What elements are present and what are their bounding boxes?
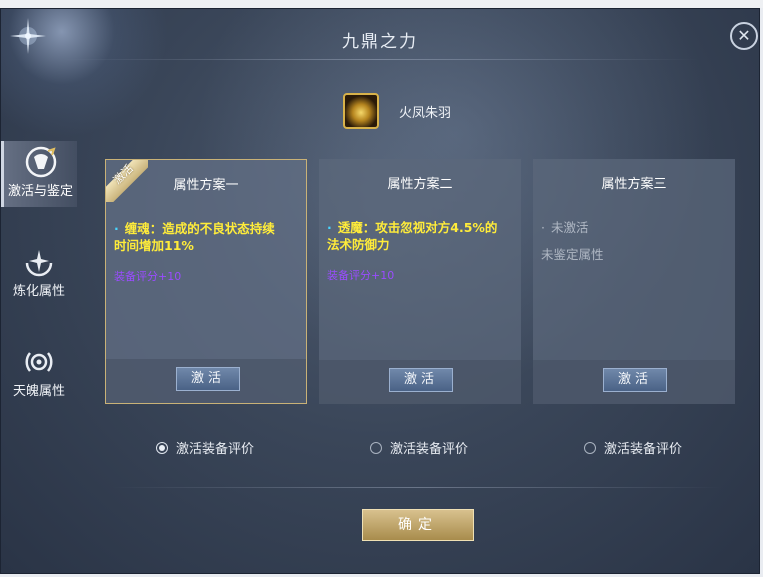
radio-button[interactable] — [156, 441, 168, 454]
sidebar-item-label: 天魄属性 — [12, 384, 65, 399]
sidebar-item-label: 炼化属性 — [12, 284, 65, 299]
attribute-text: 缠魂：造成的不良状态持续 — [124, 221, 275, 236]
attribute-text: 透魔：攻击忽视对方4.5%的 — [337, 220, 498, 235]
close-icon: ✕ — [737, 26, 751, 45]
rating-text: 装备评分+10 — [327, 269, 395, 282]
skull-portrait-icon[interactable] — [343, 93, 379, 129]
sparkle-crescent-icon — [25, 250, 53, 277]
status-text: 未激活 — [550, 220, 589, 235]
radio-option-3[interactable]: 激活装备评价 — [584, 437, 682, 457]
attribute-plan-card-1[interactable]: 激活 属性方案一 · 缠魂：造成的不良状态持续 时间增加11% 装备评分+10 激… — [105, 159, 307, 404]
radio-label: 激活装备评价 — [604, 442, 683, 457]
card-body: · 透魔：攻击忽视对方4.5%的 法术防御力 装备评分+10 — [327, 219, 513, 284]
sidebar-item-activate-identify[interactable]: 激活与鉴定 — [1, 141, 77, 207]
attribute-plan-card-3[interactable]: 属性方案三 · 未激活 未鉴定属性 激活 — [533, 159, 735, 404]
card-body: · 缠魂：造成的不良状态持续 时间增加11% 装备评分+10 — [114, 220, 298, 285]
scroll-emblem-icon — [25, 146, 56, 178]
confirm-button[interactable]: 确定 — [362, 509, 474, 541]
browser-top-strip — [0, 0, 763, 8]
eye-emblem-icon — [25, 352, 53, 372]
radio-option-2[interactable]: 激活装备评价 — [370, 437, 468, 457]
card-footer: 激活 — [319, 360, 521, 404]
activate-button[interactable]: 激活 — [176, 367, 240, 391]
sidebar-item-refine-attributes[interactable]: 炼化属性 — [1, 241, 77, 307]
card-title: 属性方案三 — [601, 177, 667, 192]
nine-tripod-dialog: 九鼎之力 ✕ 激活与鉴定 炼化属性 天魄属性 火凤朱羽 激活 属性方案一 · 缠… — [0, 8, 760, 574]
rating-text: 装备评分+10 — [114, 270, 182, 283]
sidebar-item-soul-attributes[interactable]: 天魄属性 — [1, 341, 77, 407]
dialog-title: 九鼎之力 — [342, 32, 418, 52]
radio-button[interactable] — [370, 441, 382, 454]
close-button[interactable]: ✕ — [730, 22, 758, 50]
card-title: 属性方案一 — [173, 178, 239, 193]
radio-label: 激活装备评价 — [390, 442, 469, 457]
card-body: · 未激活 未鉴定属性 — [541, 219, 727, 263]
bottom-divider — [111, 487, 723, 488]
attribute-plan-card-2[interactable]: 属性方案二 · 透魔：攻击忽视对方4.5%的 法术防御力 装备评分+10 激活 — [319, 159, 521, 404]
radio-button[interactable] — [584, 441, 596, 454]
radio-label: 激活装备评价 — [176, 442, 255, 457]
unidentified-text: 未鉴定属性 — [541, 247, 604, 262]
activate-button[interactable]: 激活 — [603, 368, 667, 392]
character-name: 火凤朱羽 — [399, 106, 452, 121]
attribute-text: 时间增加11% — [114, 238, 194, 253]
radio-option-1[interactable]: 激活装备评价 — [156, 437, 254, 457]
card-title: 属性方案二 — [387, 177, 453, 192]
card-footer: 激活 — [533, 360, 735, 404]
attribute-text: 法术防御力 — [327, 237, 390, 252]
activate-button[interactable]: 激活 — [389, 368, 453, 392]
card-footer: 激活 — [106, 359, 306, 403]
sidebar-item-label: 激活与鉴定 — [7, 184, 73, 199]
title-divider — [61, 59, 699, 60]
